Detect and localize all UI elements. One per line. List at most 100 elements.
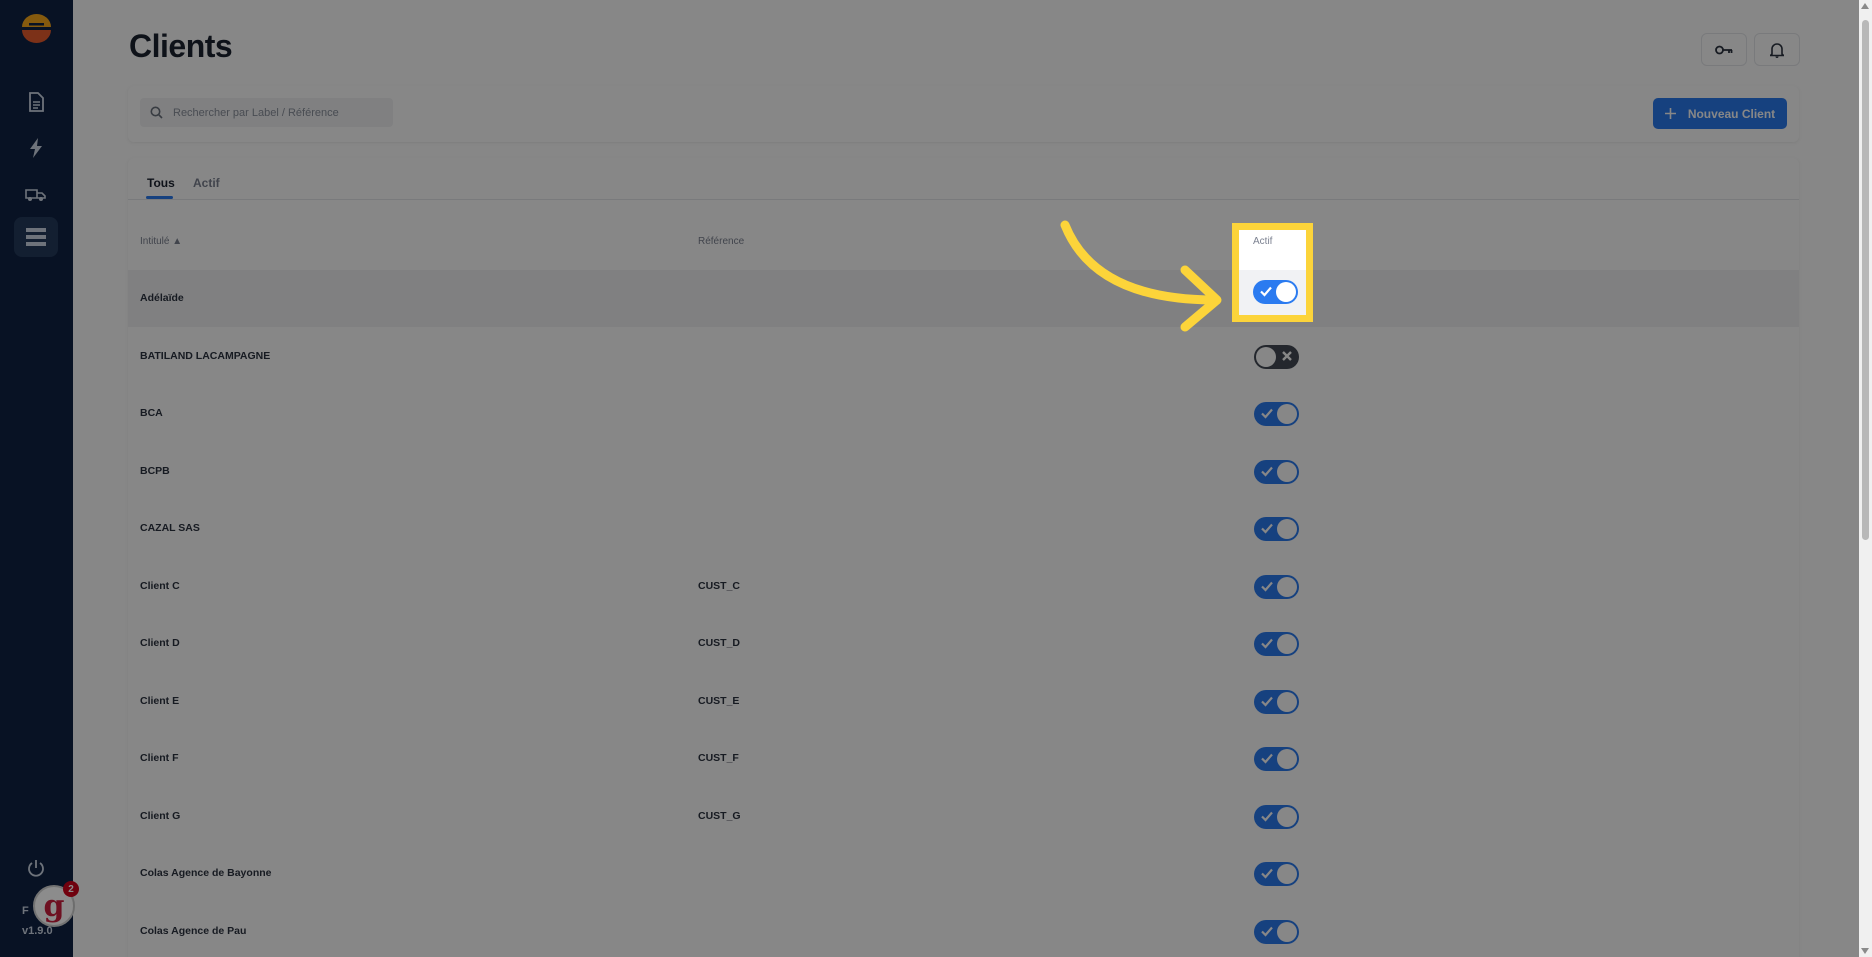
- key-button[interactable]: [1701, 33, 1747, 66]
- client-reference: CUST_E: [698, 694, 740, 707]
- column-header-reference[interactable]: Référence: [698, 236, 744, 247]
- new-client-label: Nouveau Client: [1687, 106, 1776, 121]
- check-icon: [1261, 868, 1273, 879]
- active-toggle[interactable]: [1254, 862, 1299, 886]
- client-label: BCPB: [140, 464, 170, 477]
- clients-card: Tous Actif Intitulé ▲ Référence Actif Ad…: [128, 158, 1799, 957]
- client-reference: CUST_F: [698, 752, 739, 764]
- client-label: Colas Agence de Pau: [140, 924, 247, 937]
- toggle-knob: [1256, 346, 1276, 367]
- logo-icon: [22, 14, 51, 43]
- table-row[interactable]: Client D CUST_D: [128, 615, 1799, 672]
- toggle-knob: [1277, 691, 1297, 712]
- notification-count-badge: 2: [63, 881, 79, 897]
- power-icon[interactable]: [26, 858, 46, 878]
- check-icon: [1261, 408, 1273, 419]
- truck-icon: [25, 189, 46, 201]
- active-toggle[interactable]: [1254, 517, 1299, 541]
- client-label: BCA: [140, 407, 163, 419]
- check-icon: [1261, 581, 1273, 592]
- client-label: Colas Agence de Bayonne: [140, 867, 272, 879]
- toggle-knob: [1277, 634, 1297, 654]
- active-tab-indicator: [146, 196, 173, 199]
- client-label: Client G: [140, 809, 181, 822]
- toggle-knob: [1277, 921, 1297, 942]
- active-toggle[interactable]: [1254, 804, 1299, 829]
- toggle-knob: [1277, 519, 1297, 539]
- toggle-knob: [1277, 806, 1297, 827]
- check-icon: [1261, 696, 1273, 707]
- check-icon: [1261, 638, 1273, 649]
- document-icon: [29, 92, 44, 112]
- table-row[interactable]: Client C CUST_C: [128, 558, 1799, 615]
- client-label: Client F: [140, 752, 179, 764]
- pointer-arrow-icon: [1060, 220, 1222, 332]
- close-icon: [1282, 350, 1292, 361]
- notifications-button[interactable]: [1754, 33, 1800, 66]
- check-icon: [1261, 466, 1273, 477]
- toggle-knob: [1277, 749, 1297, 769]
- tab-tous[interactable]: Tous: [147, 176, 175, 190]
- tab-actif[interactable]: Actif: [193, 176, 220, 190]
- active-toggle[interactable]: [1254, 747, 1299, 771]
- version-label: v1.9.0: [22, 925, 53, 937]
- active-toggle[interactable]: [1254, 402, 1299, 426]
- table-header: Intitulé ▲ Référence Actif: [128, 222, 1799, 264]
- toolbar: Rechercher par Label / Référence Nouveau…: [128, 86, 1799, 142]
- check-icon: [1261, 811, 1273, 822]
- toggle-knob: [1277, 461, 1297, 482]
- table-row[interactable]: BATILAND LACAMPAGNE: [128, 328, 1799, 385]
- active-toggle[interactable]: [1254, 344, 1299, 369]
- new-client-button[interactable]: Nouveau Client: [1653, 98, 1787, 129]
- table-row[interactable]: CAZAL SAS: [128, 500, 1799, 557]
- lightning-icon: [30, 138, 42, 158]
- table-row[interactable]: Colas Agence de Pau: [128, 903, 1799, 957]
- table-row[interactable]: Client F CUST_F: [128, 730, 1799, 787]
- search-icon: [150, 106, 163, 119]
- client-reference: CUST_G: [698, 809, 741, 822]
- scrollbar[interactable]: [1859, 0, 1872, 957]
- scroll-thumb[interactable]: [1862, 20, 1869, 540]
- search-input[interactable]: Rechercher par Label / Référence: [140, 98, 393, 127]
- scroll-up-arrow-icon[interactable]: [1861, 3, 1869, 9]
- column-header-label[interactable]: Intitulé ▲: [140, 236, 182, 247]
- check-icon: [1261, 926, 1273, 937]
- nav-documents[interactable]: [14, 82, 58, 122]
- list-icon: [26, 228, 46, 246]
- check-icon: [1261, 523, 1273, 534]
- active-toggle[interactable]: [1254, 459, 1299, 484]
- client-reference: CUST_D: [698, 637, 741, 649]
- toggle-knob: [1277, 864, 1297, 884]
- sidebar: F v1.9.0 g 2: [0, 0, 79, 957]
- tab-bar: Tous Actif: [128, 158, 1799, 200]
- check-icon: [1261, 753, 1273, 764]
- client-reference: CUST_C: [698, 579, 741, 592]
- active-toggle[interactable]: [1254, 632, 1299, 656]
- table-row[interactable]: BCPB: [128, 443, 1799, 500]
- table-row[interactable]: Client G CUST_G: [128, 788, 1799, 845]
- client-label: Client D: [140, 637, 180, 649]
- table-row[interactable]: BCA: [128, 385, 1799, 442]
- key-icon: [1715, 45, 1733, 54]
- plus-icon: [1664, 108, 1676, 119]
- scroll-down-arrow-icon[interactable]: [1861, 948, 1869, 954]
- client-label: Client C: [140, 579, 180, 592]
- active-toggle[interactable]: [1254, 574, 1299, 599]
- table-row[interactable]: Adélaïde: [128, 270, 1799, 327]
- client-label: Adélaïde: [140, 292, 184, 304]
- bell-icon: [1770, 42, 1784, 58]
- nav-clients[interactable]: [14, 217, 58, 257]
- highlight-frame: [1232, 223, 1313, 322]
- table-row[interactable]: Colas Agence de Bayonne: [128, 845, 1799, 902]
- page-title: Clients: [129, 28, 233, 64]
- nav-energy[interactable]: [14, 128, 58, 168]
- client-label: BATILAND LACAMPAGNE: [140, 349, 271, 362]
- table-row[interactable]: Client E CUST_E: [128, 673, 1799, 730]
- client-label: CAZAL SAS: [140, 522, 200, 534]
- nav-trucks[interactable]: [14, 174, 58, 214]
- search-placeholder: Rechercher par Label / Référence: [173, 106, 339, 119]
- toggle-knob: [1277, 404, 1297, 424]
- active-toggle[interactable]: [1254, 919, 1299, 944]
- active-toggle[interactable]: [1254, 689, 1299, 714]
- version-prefix: F: [22, 905, 29, 917]
